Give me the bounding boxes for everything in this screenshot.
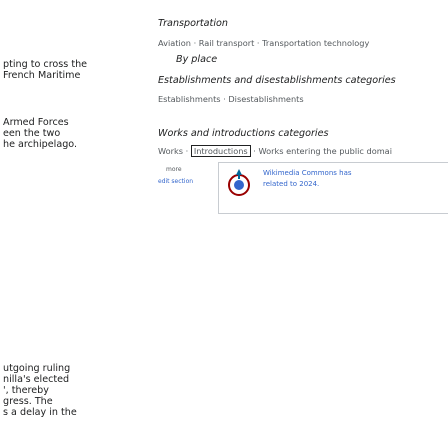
article-text-line: French Maritime — [3, 70, 81, 81]
commons-icon — [228, 169, 250, 196]
works-heading: Works and introductions categories — [158, 128, 329, 139]
edit-section-link[interactable]: edit section — [158, 178, 193, 185]
category-link-transportation-technology[interactable]: Transportation technology — [262, 38, 369, 48]
article-text-line: Armed Forces — [3, 117, 69, 128]
establishments-heading: Establishments and disestablishments cat… — [158, 75, 396, 86]
article-text-line: pting to cross the — [3, 59, 88, 70]
category-link-disestablishments[interactable]: Disestablishments — [228, 94, 303, 104]
clipped-category-strip — [158, 0, 448, 10]
commons-area: more edit section Wikimedia Commons has … — [158, 160, 448, 240]
by-place-heading: By place — [176, 54, 218, 65]
commons-text-line-2[interactable]: related to 2024. — [263, 179, 352, 190]
category-link-works-public-domain[interactable]: Works entering the public domai — [259, 146, 392, 156]
article-text-line: s a delay in the — [3, 407, 77, 418]
article-text-line: utgoing ruling — [3, 363, 71, 374]
commons-box: Wikimedia Commons has related to 2024. — [218, 162, 448, 214]
transportation-category-list: Aviation · Rail transport · Transportati… — [158, 38, 370, 48]
article-text-line: een the two — [3, 128, 61, 139]
commons-text-line-1[interactable]: Wikimedia Commons has — [263, 168, 352, 179]
category-link-aviation[interactable]: Aviation — [158, 38, 191, 48]
works-category-list: Works · Introductions · Works entering t… — [158, 145, 392, 157]
article-text-line: ', thereby — [3, 385, 49, 396]
more-label: more — [166, 166, 182, 173]
right-categories-column: Transportation Aviation · Rail transport… — [158, 0, 448, 448]
category-link-introductions[interactable]: Introductions — [190, 145, 251, 157]
category-link-establishments[interactable]: Establishments — [158, 94, 221, 104]
establishments-category-list: Establishments · Disestablishments — [158, 94, 304, 104]
article-text-line: nilla's elected — [3, 374, 70, 385]
article-text-line: he archipelago. — [3, 139, 78, 150]
left-article-column: pting to cross the French Maritime Armed… — [0, 0, 118, 448]
category-link-works[interactable]: Works — [158, 146, 183, 156]
transportation-heading: Transportation — [158, 18, 228, 29]
category-link-rail-transport[interactable]: Rail transport — [199, 38, 255, 48]
commons-text: Wikimedia Commons has related to 2024. — [263, 168, 352, 190]
article-text-line: gress. The — [3, 396, 53, 407]
